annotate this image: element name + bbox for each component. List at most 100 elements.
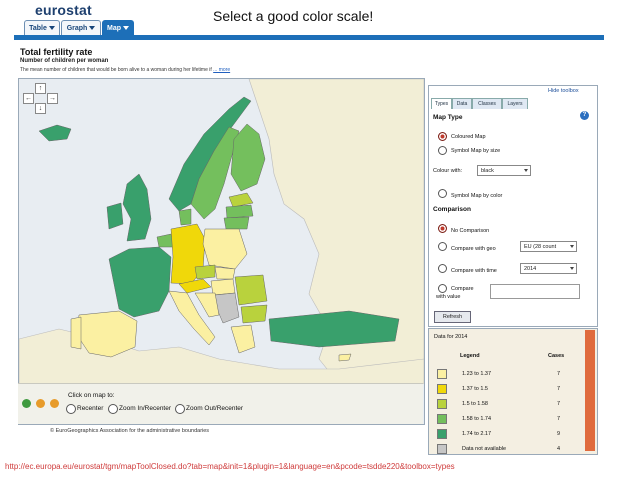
pan-down-icon[interactable]: ↓ [35,103,46,114]
legend-scrollbar[interactable] [585,330,595,451]
chevron-down-icon [570,245,574,248]
compare-time-select[interactable]: 2014 [520,263,577,274]
refresh-button[interactable]: Refresh [434,311,471,323]
country-romania[interactable] [234,274,268,306]
chevron-down-icon [570,267,574,270]
legend-swatch [437,399,447,409]
zoom-in-radio[interactable] [108,404,118,414]
country-bulgaria[interactable] [240,304,268,324]
country-ireland[interactable] [106,202,124,230]
compare-geo-select[interactable]: EU (28 count [520,241,577,252]
click-prompt: Click on map to: [68,392,115,399]
country-latvia[interactable] [225,204,254,219]
country-cyprus[interactable] [338,353,352,362]
legend-swatch [437,444,447,454]
compare-value-radio[interactable] [438,284,447,293]
chevron-down-icon [123,26,129,31]
country-denmark[interactable] [178,208,192,226]
legend-title: Data for 2014 [434,334,468,340]
compare-time-value: 2014 [524,266,537,272]
slide-title: Select a good color scale! [213,8,374,24]
dataset-title: Total fertility rate [20,47,93,57]
legend-cases: 7 [556,401,560,407]
legend-range: 1.74 to 2.17 [462,431,492,437]
description-text: The mean number of children that would b… [20,67,212,73]
zoom-out-radio[interactable] [175,404,185,414]
compare-geo-radio[interactable] [438,242,447,251]
legend-swatch [437,429,447,439]
symbol-size-radio[interactable] [438,146,447,155]
recenter-radio[interactable] [66,404,76,414]
compare-geo-value: EU (28 count [524,244,557,250]
legend-cases: 9 [556,431,560,437]
more-link[interactable]: ... more [213,67,230,73]
help-icon[interactable]: ? [580,111,589,120]
tab-classes[interactable]: Classes [472,98,502,109]
hide-toolbox-link[interactable]: Hide toolbox [548,88,579,94]
map-click-controls [18,383,423,424]
country-hungary[interactable] [210,278,236,296]
symbol-size-label: Symbol Map by size [451,148,501,154]
eurostat-logo[interactable]: eurostat [35,2,92,18]
no-comparison-label: No Comparison [451,228,490,234]
tab-graph[interactable]: Graph [61,20,101,36]
zoom-out-icon[interactable] [50,399,59,408]
symbol-color-radio[interactable] [438,189,447,198]
coloured-map-radio[interactable] [438,132,447,141]
zoom-out-label: Zoom Out/Recenter [186,405,244,412]
tab-map-label: Map [107,25,121,32]
pan-right-icon[interactable]: → [47,93,58,104]
chevron-down-icon [48,26,55,31]
source-url[interactable]: http://ec.europa.eu/eurostat/tgm/mapTool… [5,462,455,471]
europe-map[interactable] [19,79,424,385]
country-portugal[interactable] [70,316,82,350]
globe-icon[interactable] [22,399,31,408]
legend-cases: 7 [556,371,560,377]
compare-value-label-1: Compare [451,286,474,292]
legend-swatch [437,384,447,394]
pan-up-icon[interactable]: ↑ [35,83,46,94]
dataset-description: The mean number of children that would b… [20,67,230,73]
country-slovakia[interactable] [214,266,236,280]
map-type-heading: Map Type [433,114,463,121]
coloured-map-label: Coloured Map [451,134,486,140]
no-comparison-radio[interactable] [438,224,447,233]
compare-geo-label: Compare with geo [451,246,496,252]
tab-layers[interactable]: Layers [502,98,528,109]
legend-range: 1.23 to 1.37 [462,371,492,377]
map-viewport[interactable]: ↑ ← → ↓ [18,78,425,425]
country-lithuania[interactable] [223,216,250,230]
tab-map[interactable]: Map [102,20,134,36]
legend-swatch [437,414,447,424]
tab-types[interactable]: Types [431,98,452,109]
legend-range: 1.58 to 1.74 [462,416,492,422]
compare-value-label-2: with value [436,294,461,300]
symbol-color-label: Symbol Map by color [451,193,503,199]
zoom-in-icon[interactable] [36,399,45,408]
recenter-label: Recenter [77,405,104,412]
chevron-down-icon [89,26,96,31]
dataset-subtitle: Number of children per woman [20,58,109,64]
tab-data[interactable]: Data [452,98,472,109]
colour-with-select[interactable]: black [477,165,531,176]
comparison-heading: Comparison [433,206,471,213]
compare-time-radio[interactable] [438,264,447,273]
pan-left-icon[interactable]: ← [23,93,34,104]
compare-time-label: Compare with time [451,268,497,274]
tab-graph-label: Graph [66,25,88,32]
legend-range: 1.5 to 1.58 [462,401,488,407]
legend-range: Data not available [462,446,507,452]
chevron-down-icon [524,169,528,172]
legend-swatch [437,369,447,379]
country-czechia[interactable] [194,264,216,280]
zoom-in-label: Zoom In/Recenter [119,405,172,412]
legend-cases: 7 [556,386,560,392]
header-rule [14,35,604,40]
legend-col-legend: Legend [460,353,480,359]
compare-value-input[interactable] [490,284,580,299]
legend-cases: 7 [556,416,560,422]
copyright-notice: © EuroGeographics Association for the ad… [50,428,210,434]
tab-table-label: Table [29,25,47,32]
legend-cases: 4 [556,446,560,452]
tab-table[interactable]: Table [24,20,60,36]
